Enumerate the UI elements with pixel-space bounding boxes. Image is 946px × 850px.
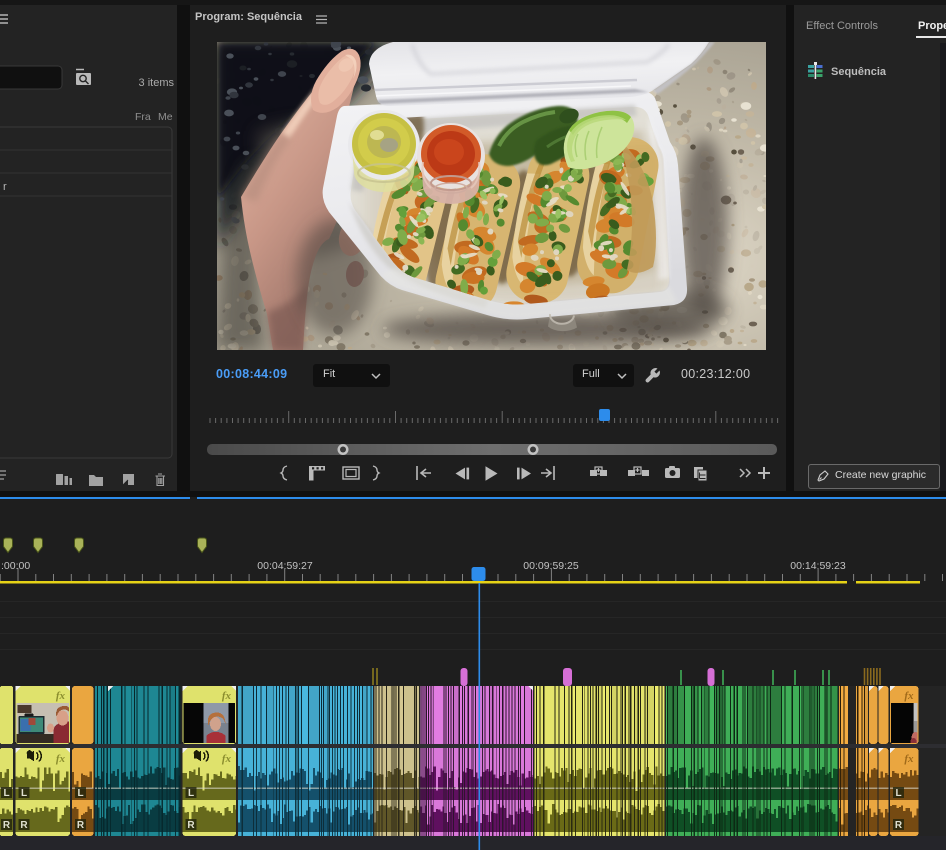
svg-text:R: R	[3, 820, 11, 831]
svg-text:fx: fx	[222, 753, 232, 765]
svg-text:fx: fx	[56, 690, 66, 702]
svg-text:fx: fx	[56, 753, 66, 765]
svg-text:Fra: Fra	[135, 111, 151, 123]
svg-text:fx: fx	[904, 690, 914, 702]
svg-text:R: R	[187, 820, 195, 831]
svg-text::00:00: :00:00	[1, 560, 30, 572]
svg-text:R: R	[77, 820, 85, 831]
svg-text:L: L	[3, 788, 9, 799]
svg-text:Me: Me	[158, 111, 173, 123]
svg-text:L: L	[895, 788, 901, 799]
svg-text:R: R	[20, 820, 28, 831]
svg-text:r: r	[3, 181, 7, 193]
svg-text:L: L	[21, 788, 27, 799]
svg-text:R: R	[895, 820, 903, 831]
svg-text:fx: fx	[904, 753, 914, 765]
svg-text:fx: fx	[222, 690, 232, 702]
svg-text:L: L	[188, 788, 194, 799]
svg-text:L: L	[77, 788, 83, 799]
svg-text:3 items: 3 items	[139, 77, 175, 89]
